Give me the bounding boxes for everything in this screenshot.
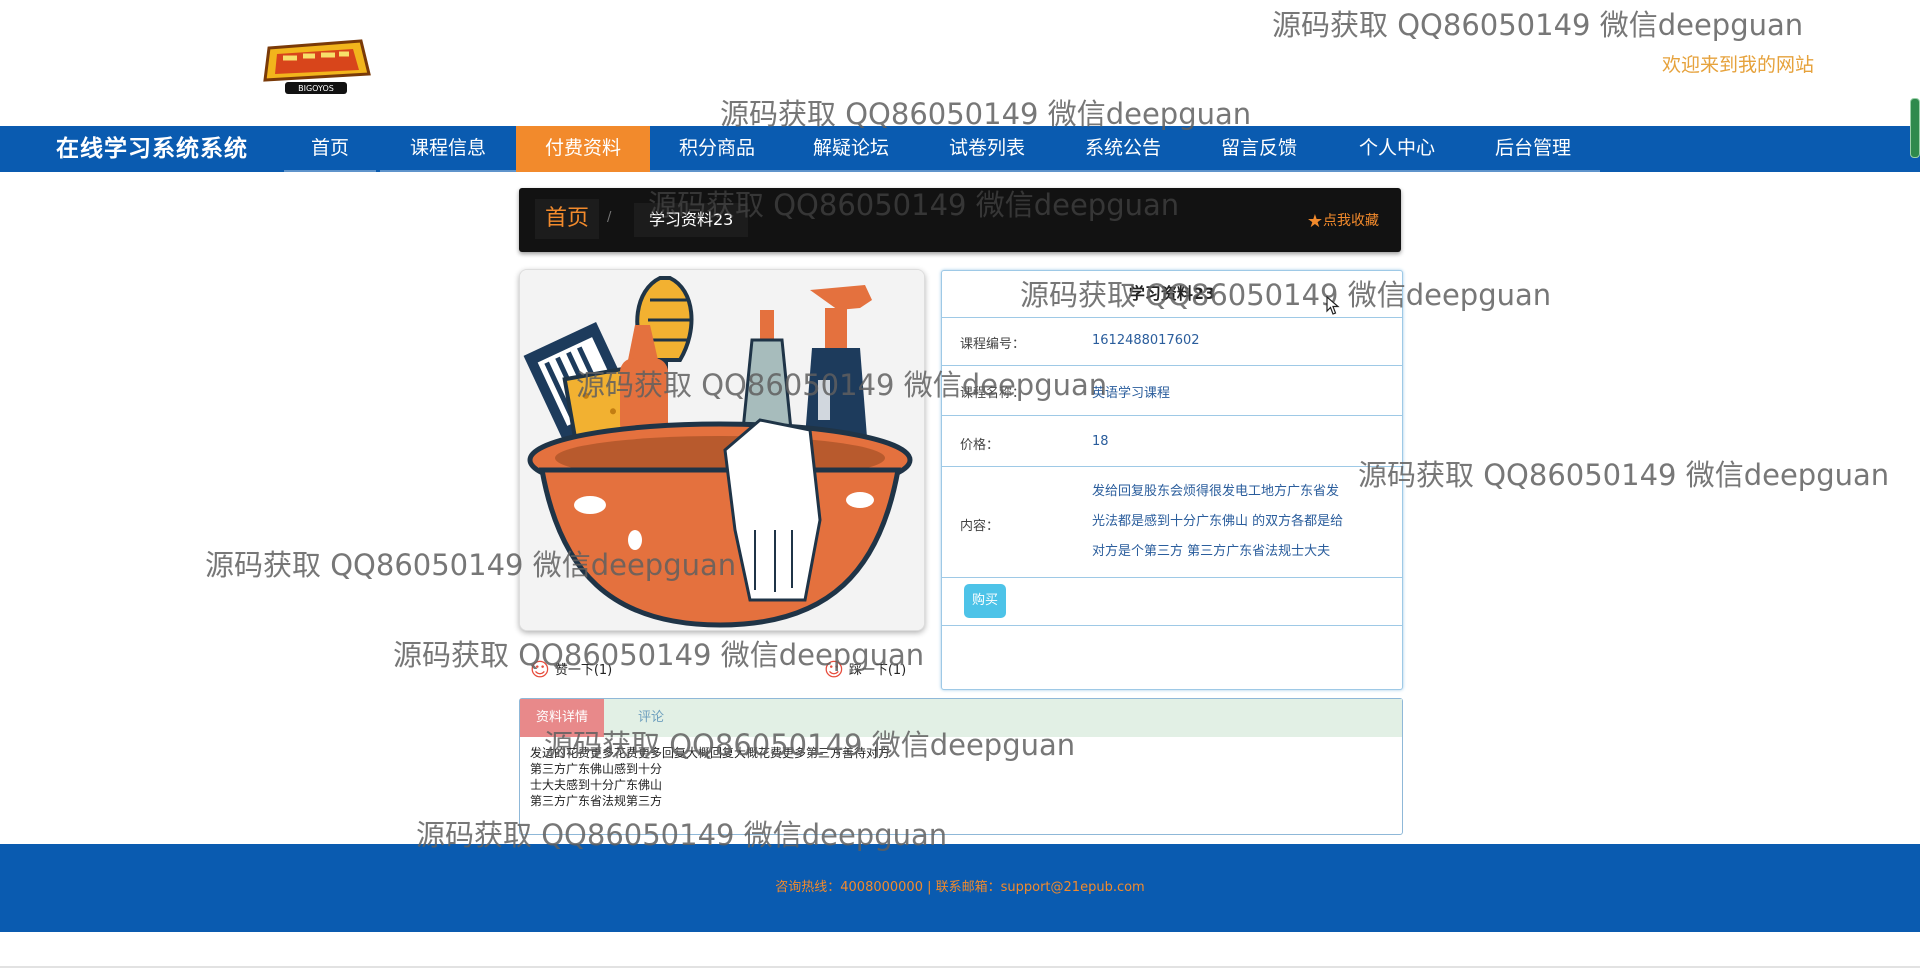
nav-item-admin[interactable]: 后台管理: [1466, 126, 1600, 172]
details-panel: 资料详情 评论 发过的花费更多花费更多回复大概回复大概花费更多第三方善待对方 第…: [519, 698, 1403, 835]
footer-contact: 咨询热线：4008000000 | 联系邮箱：support@21epub.co…: [775, 880, 1145, 895]
scrollbar-thumb[interactable]: [1910, 98, 1920, 158]
breadcrumb-current: 学习资料23: [634, 203, 749, 237]
content-line: 对方是个第三方 第三方广东省法规士大夫: [1092, 544, 1331, 559]
main-nav: 在线学习系统系统 首页 课程信息 付费资料 积分商品 解疑论坛 试卷列表 系统公…: [0, 126, 1920, 172]
like-button[interactable]: ☺ 赞一下(1): [530, 659, 612, 681]
star-icon: ★: [1306, 211, 1323, 232]
tab-material-details[interactable]: 资料详情: [520, 699, 604, 737]
welcome-text: 欢迎来到我的网站: [1662, 54, 1815, 76]
content-value: 发给回复股东会烦得很发电工地方广东省发 光法都是感到十分广东佛山 的双方各都是给…: [1092, 477, 1392, 567]
nav-item-home[interactable]: 首页: [284, 126, 376, 172]
svg-text:BIGOYOS: BIGOYOS: [298, 84, 334, 93]
tab-bar: 资料详情 评论: [520, 699, 1402, 737]
content-label: 内容：: [960, 519, 1000, 534]
content-row: 内容： 发给回复股东会烦得很发电工地方广东省发 光法都是感到十分广东佛山 的双方…: [942, 467, 1402, 578]
course-name-value: 英语学习课程: [1092, 386, 1171, 401]
divider: [0, 966, 1920, 968]
price-value: 18: [1092, 434, 1109, 449]
watermark: 源码获取 QQ86050149 微信deepguan: [1358, 458, 1890, 492]
nav-item-course-info[interactable]: 课程信息: [380, 126, 516, 172]
nav-item-paid-materials[interactable]: 付费资料: [516, 126, 650, 172]
detail-line: 第三方广东佛山感到十分: [530, 762, 663, 776]
mouse-cursor-icon: [1326, 296, 1340, 315]
detail-content: 发过的花费更多花费更多回复大概回复大概花费更多第三方善待对方 第三方广东佛山感到…: [530, 745, 890, 809]
nav-item-feedback[interactable]: 留言反馈: [1190, 126, 1328, 172]
nav-item-announcements[interactable]: 系统公告: [1056, 126, 1190, 172]
nav-item-personal-center[interactable]: 个人中心: [1328, 126, 1466, 172]
course-id-value: 1612488017602: [1092, 333, 1200, 348]
detail-line: 发过的花费更多花费更多回复大概回复大概花费更多第三方善待对方: [530, 746, 891, 760]
course-id-row: 课程编号： 1612488017602: [942, 317, 1402, 366]
buy-row: 购买: [942, 578, 1402, 626]
detail-line: 士大夫感到十分广东佛山: [530, 778, 663, 792]
site-title[interactable]: 在线学习系统系统: [56, 126, 248, 172]
breadcrumb: 首页 / 学习资料23 ★点我收藏: [519, 188, 1401, 252]
watermark: 源码获取 QQ86050149 微信deepguan: [1272, 8, 1804, 42]
content-line: 发给回复股东会烦得很发电工地方广东省发: [1092, 484, 1340, 499]
price-label: 价格：: [960, 438, 1000, 453]
smiley-icon: ☺: [824, 659, 844, 681]
site-logo[interactable]: BIGOYOS: [255, 32, 375, 96]
tab-comments[interactable]: 评论: [638, 699, 664, 737]
course-name-row: 课程名称： 英语学习课程: [942, 366, 1402, 416]
breadcrumb-home[interactable]: 首页: [535, 199, 600, 239]
course-name-label: 课程名称：: [960, 386, 1026, 401]
price-row: 价格： 18: [942, 416, 1402, 467]
product-image: [519, 269, 925, 631]
nav-item-points-goods[interactable]: 积分商品: [650, 126, 784, 172]
dislike-label: 踩一下(1): [848, 663, 907, 678]
course-id-label: 课程编号：: [960, 337, 1026, 352]
like-label: 赞一下(1): [554, 663, 613, 678]
content-line: 光法都是感到十分广东佛山 的双方各都是给: [1092, 514, 1344, 529]
breadcrumb-separator: /: [607, 210, 612, 225]
product-info-card: 学习资料23 课程编号： 1612488017602 课程名称： 英语学习课程 …: [941, 270, 1403, 690]
buy-button[interactable]: 购买: [964, 584, 1006, 618]
nav-item-exam-list[interactable]: 试卷列表: [918, 126, 1056, 172]
smiley-icon: ☺: [530, 659, 550, 681]
nav-item-forum[interactable]: 解疑论坛: [784, 126, 918, 172]
dislike-button[interactable]: ☺ 踩一下(1): [824, 659, 906, 681]
detail-line: 第三方广东省法规第三方: [530, 794, 663, 808]
footer: 咨询热线：4008000000 | 联系邮箱：support@21epub.co…: [0, 844, 1920, 932]
favorite-link[interactable]: ★点我收藏: [1307, 210, 1379, 232]
favorite-label: 点我收藏: [1323, 213, 1379, 229]
